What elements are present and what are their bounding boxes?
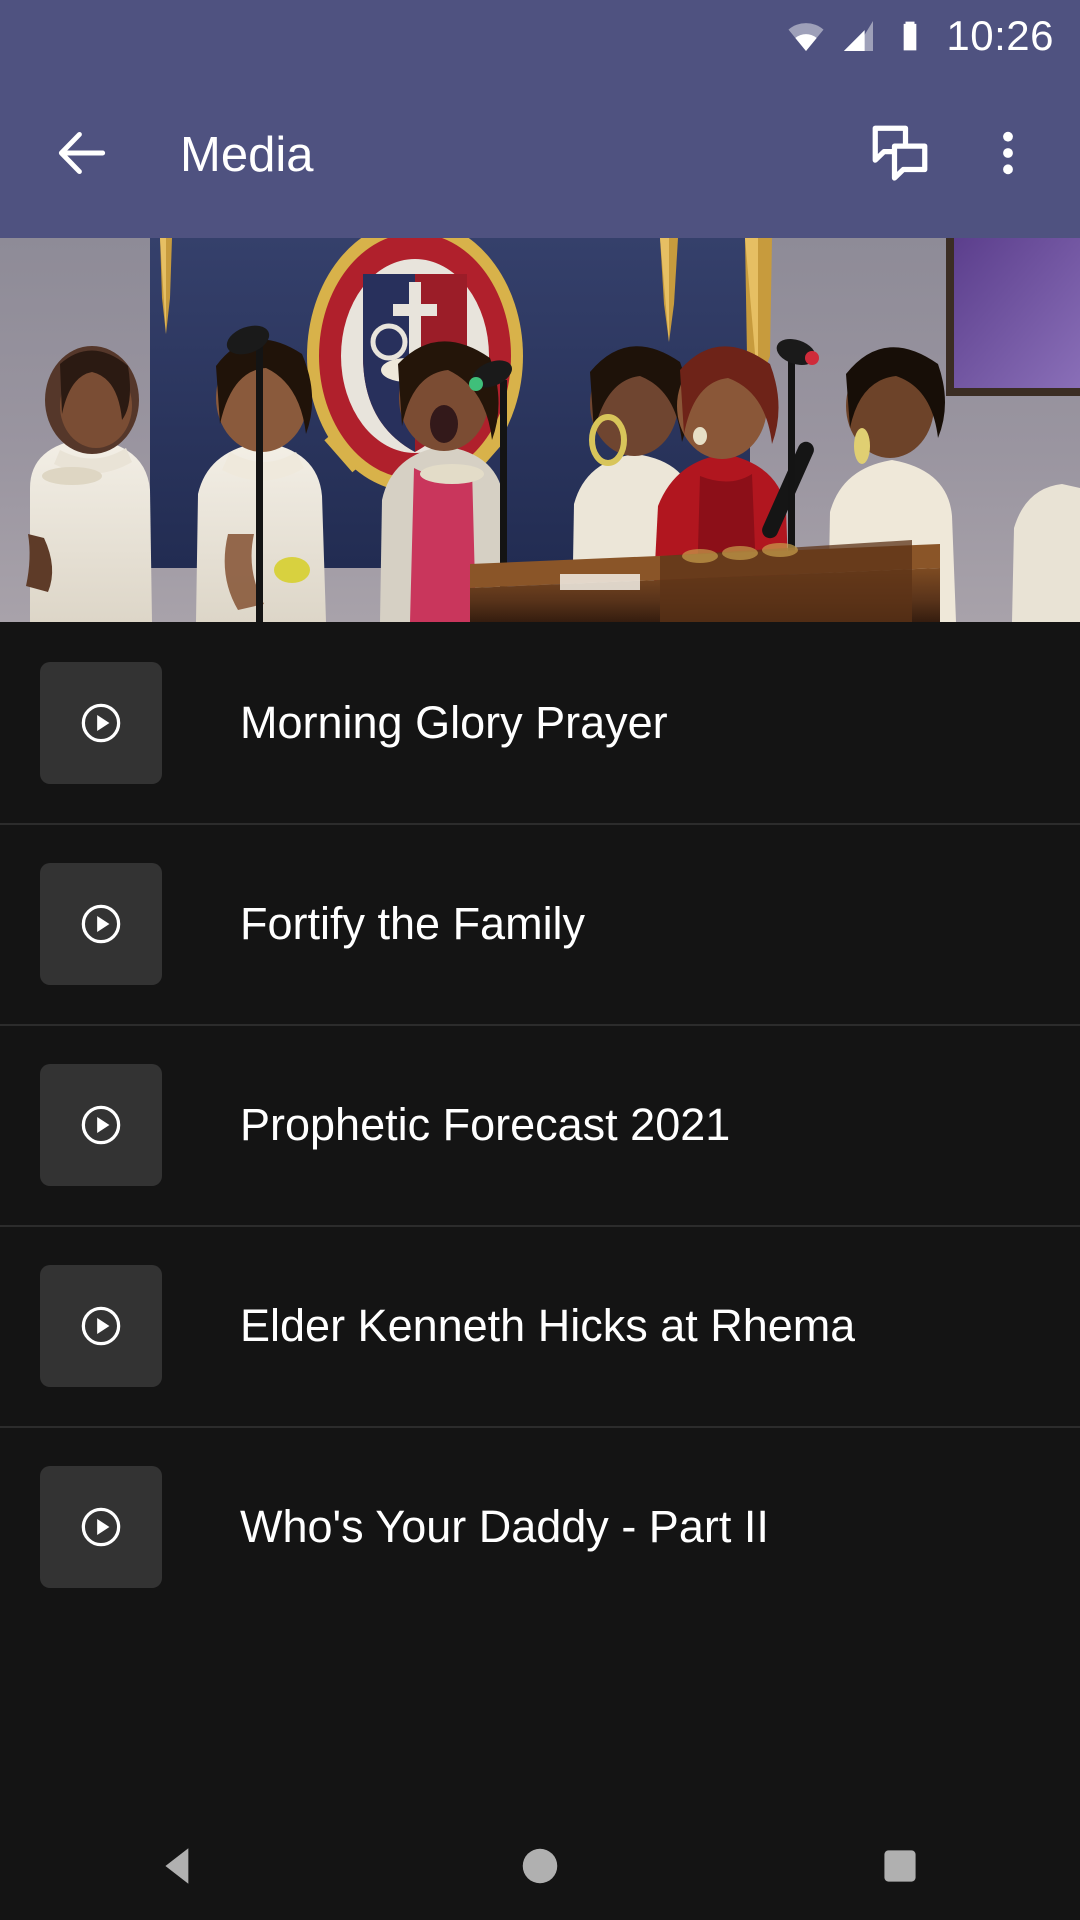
square-recents-icon (878, 1844, 922, 1888)
media-item-title: Morning Glory Prayer (240, 696, 668, 748)
media-item-title: Who's Your Daddy - Part II (240, 1500, 769, 1552)
play-circle-icon (78, 1504, 124, 1550)
battery-icon (890, 16, 930, 56)
play-circle-icon (78, 1102, 124, 1148)
overflow-menu-button[interactable] (970, 109, 1046, 201)
list-item[interactable]: Fortify the Family (0, 823, 1080, 1024)
status-bar-clock: 10:26 (946, 12, 1054, 59)
list-item[interactable]: Prophetic Forecast 2021 (0, 1024, 1080, 1225)
app-bar: Media (0, 72, 1080, 238)
circle-home-icon (517, 1843, 563, 1889)
media-item-title: Elder Kenneth Hicks at Rhema (240, 1299, 856, 1351)
list-item[interactable]: Morning Glory Prayer (0, 622, 1080, 823)
back-button[interactable] (40, 113, 124, 197)
play-circle-icon (78, 700, 124, 746)
media-thumbnail[interactable] (40, 1063, 162, 1186)
media-item-title: Fortify the Family (240, 897, 586, 949)
media-item-title: Prophetic Forecast 2021 (240, 1098, 731, 1150)
media-list: Morning Glory Prayer Fortify the Family (0, 622, 1080, 1812)
status-bar: 10:26 (0, 0, 1080, 72)
page-title: Media (180, 128, 314, 182)
media-hero-image[interactable] (0, 238, 1080, 622)
chat-button[interactable] (854, 109, 946, 201)
chat-icon (867, 120, 933, 191)
play-circle-icon (78, 1303, 124, 1349)
back-arrow-icon (51, 122, 113, 189)
nav-home-button[interactable] (450, 1812, 630, 1920)
nav-back-button[interactable] (90, 1812, 270, 1920)
overflow-menu-icon (980, 125, 1036, 186)
triangle-back-icon (155, 1841, 205, 1891)
play-circle-icon (78, 901, 124, 947)
media-thumbnail[interactable] (40, 1264, 162, 1387)
list-item[interactable]: Who's Your Daddy - Part II (0, 1426, 1080, 1627)
status-icon-group (786, 16, 930, 56)
media-thumbnail[interactable] (40, 1465, 162, 1588)
cellular-signal-icon (838, 16, 878, 56)
wifi-icon (786, 16, 826, 56)
nav-recents-button[interactable] (810, 1812, 990, 1920)
media-thumbnail[interactable] (40, 661, 162, 784)
screen-root: 10:26 Media Morning Glory Prayer Fortify… (0, 0, 1080, 1920)
media-thumbnail[interactable] (40, 862, 162, 985)
list-item[interactable]: Elder Kenneth Hicks at Rhema (0, 1225, 1080, 1426)
hero-illustration (0, 238, 1080, 622)
android-navigation-bar (0, 1812, 1080, 1920)
